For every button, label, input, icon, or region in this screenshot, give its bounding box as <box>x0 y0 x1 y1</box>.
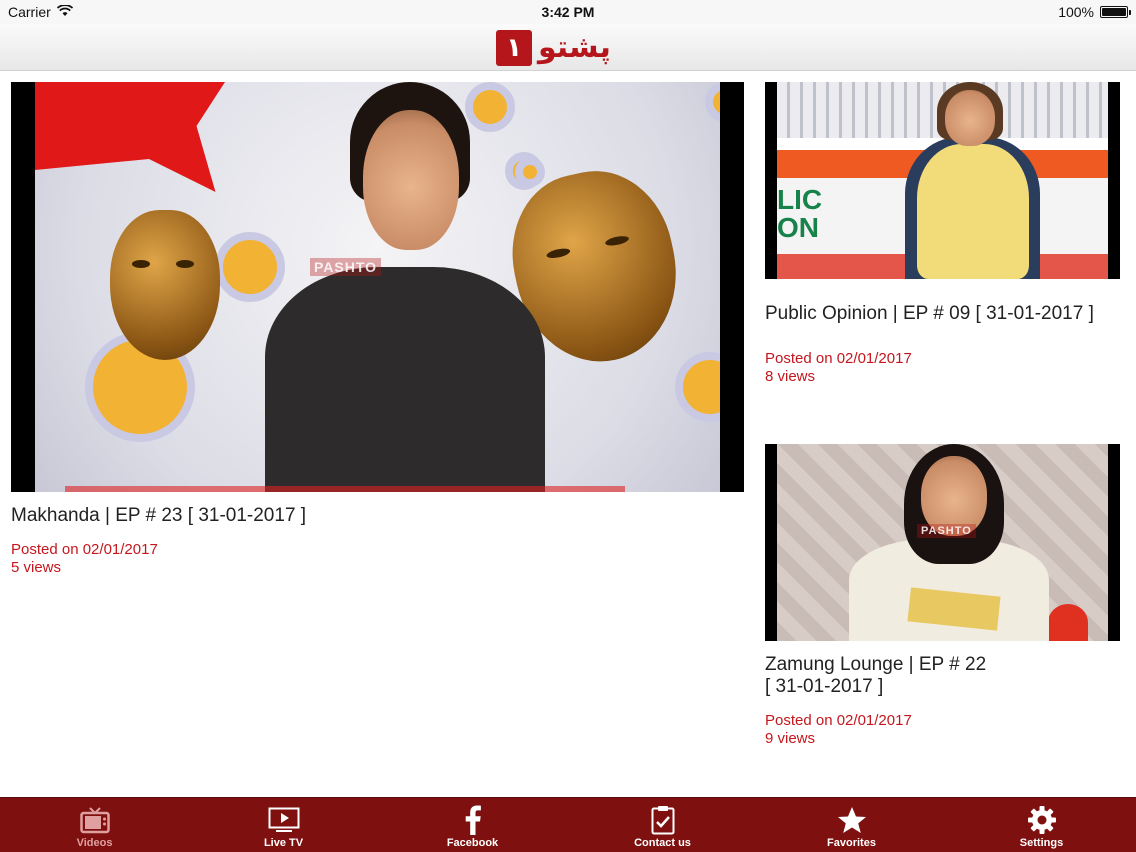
flag-graphic <box>35 82 225 192</box>
host-figure <box>849 444 1049 641</box>
facebook-icon <box>464 805 482 835</box>
tab-settings[interactable]: Settings <box>947 798 1136 852</box>
play-screen-icon <box>268 805 300 835</box>
battery-percent: 100% <box>1058 4 1094 20</box>
tab-label: Contact us <box>634 837 691 849</box>
status-bar: Carrier 3:42 PM 100% <box>0 0 1136 24</box>
logo-text: پشتو <box>538 30 611 65</box>
video-views: 8 views <box>765 368 816 385</box>
host-figure <box>895 82 1045 279</box>
star-icon <box>837 805 867 835</box>
tab-favorites[interactable]: Favorites <box>757 798 946 852</box>
channel-watermark: PASHTO <box>310 258 382 276</box>
video-views: 9 views <box>765 730 816 747</box>
video-posted-date: Posted on 02/01/2017 <box>765 350 912 367</box>
video-posted-date: Posted on 02/01/2017 <box>765 712 912 729</box>
video-thumbnail-makhanda[interactable]: PASHTO <box>11 82 744 492</box>
app-logo: ۱ پشتو <box>496 28 611 68</box>
video-thumbnail-public-opinion[interactable]: LIC ON <box>765 82 1120 279</box>
sad-mask-graphic <box>110 210 220 360</box>
tab-live-tv[interactable]: Live TV <box>189 798 378 852</box>
battery-icon <box>1100 6 1131 18</box>
channel-watermark: PASHTO <box>917 524 976 538</box>
video-thumbnail-zamung-lounge[interactable]: PASHTO <box>765 444 1120 641</box>
tab-label: Videos <box>76 837 113 849</box>
tab-facebook[interactable]: Facebook <box>378 798 567 852</box>
video-title[interactable]: Public Opinion | EP # 09 [ 31-01-2017 ] <box>765 303 1125 325</box>
video-title[interactable]: Makhanda | EP # 23 [ 31-01-2017 ] <box>11 505 741 527</box>
video-title[interactable]: Zamung Lounge | EP # 22 [ 31-01-2017 ] <box>765 654 1125 698</box>
tv-icon <box>79 805 110 835</box>
video-posted-date: Posted on 02/01/2017 <box>11 541 158 558</box>
presenter-figure <box>245 82 565 492</box>
tab-label: Live TV <box>263 837 304 849</box>
tab-label: Facebook <box>446 837 499 849</box>
tab-contact-us[interactable]: Contact us <box>568 798 757 852</box>
tab-label: Favorites <box>827 837 876 849</box>
thumbnail-text: LIC ON <box>777 184 823 243</box>
logo-badge: ۱ <box>496 30 532 66</box>
nav-bar: ۱ پشتو <box>0 24 1136 71</box>
gear-icon <box>1027 805 1057 835</box>
status-time: 3:42 PM <box>541 4 595 20</box>
video-views: 5 views <box>11 559 62 576</box>
tab-label: Settings <box>1019 837 1064 849</box>
tab-bar: Videos Live TV Facebook Contact us Favor… <box>0 797 1136 852</box>
clipboard-check-icon <box>651 805 675 835</box>
tab-videos[interactable]: Videos <box>0 798 189 852</box>
